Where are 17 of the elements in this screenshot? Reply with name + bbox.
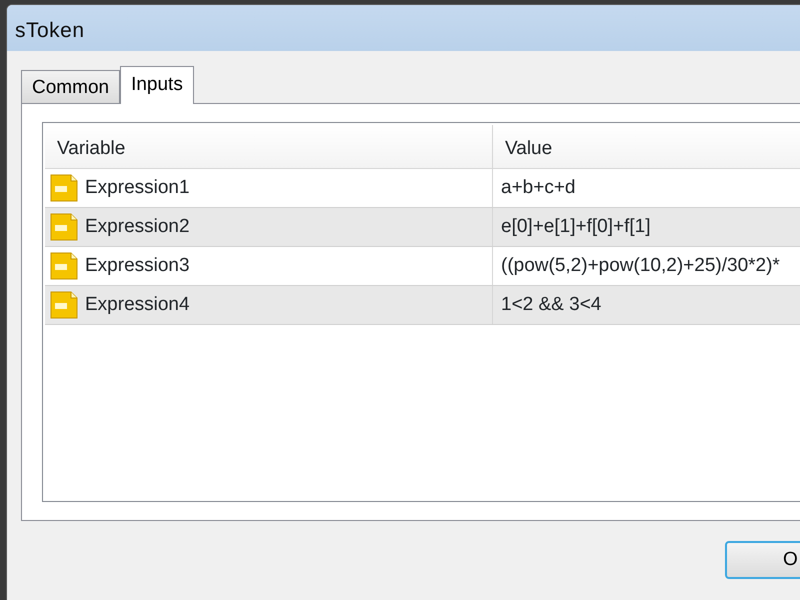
variable-name: Expression4 <box>85 292 190 317</box>
value-cell[interactable]: ((pow(5,2)+pow(10,2)+25)/30*2)* <box>493 247 800 285</box>
window-title: sToken <box>15 19 85 42</box>
ok-button[interactable]: O <box>725 541 800 579</box>
document-icon <box>49 290 79 320</box>
variable-name: Expression2 <box>85 214 190 239</box>
value-cell[interactable]: a+b+c+d <box>493 169 800 207</box>
value-cell[interactable]: 1<2 && 3<4 <box>493 286 800 324</box>
variable-name: Expression1 <box>85 176 190 200</box>
column-header[interactable]: Variable <box>45 125 493 169</box>
document-icon <box>49 251 79 281</box>
document-icon <box>49 173 79 203</box>
variable-name: Expression3 <box>85 254 190 278</box>
tab[interactable]: Common <box>21 70 120 103</box>
tab[interactable]: Inputs <box>120 66 194 104</box>
value-cell[interactable]: e[0]+e[1]+f[0]+f[1] <box>493 208 800 246</box>
document-icon <box>49 212 79 242</box>
